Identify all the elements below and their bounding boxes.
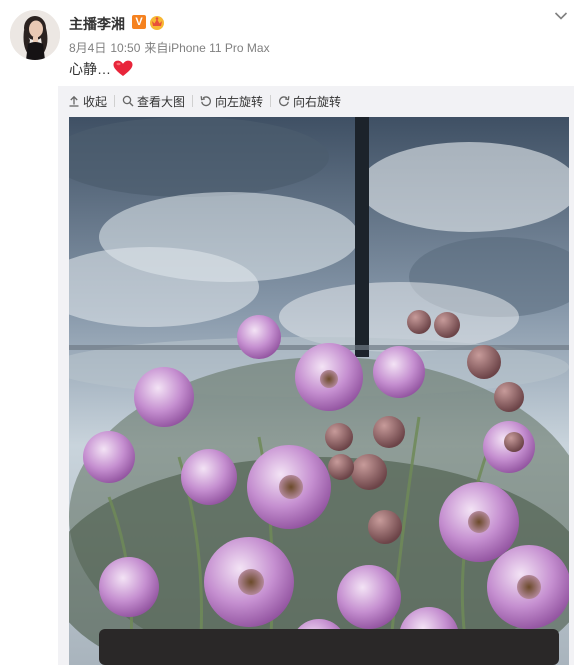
post-meta: 8月4日 10:50 来自iPhone 11 Pro Max: [69, 39, 274, 56]
post-time[interactable]: 10:50: [110, 41, 140, 55]
view-large-button[interactable]: 查看大图: [122, 93, 185, 110]
post-date[interactable]: 8月4日: [69, 41, 106, 55]
rotate-right-label: 向右旋转: [293, 94, 342, 109]
author-name[interactable]: 主播李湘: [69, 14, 125, 34]
magnifier-icon: [122, 95, 134, 107]
toolbar-divider: [114, 95, 116, 107]
rotate-left-icon: [200, 96, 212, 107]
collapse-button[interactable]: 收起: [68, 93, 107, 110]
crown-badge-icon: [148, 14, 166, 30]
toolbar-divider: [270, 95, 272, 107]
media-toolbar: 收起 查看大图 向左旋转 向右旋转: [68, 93, 341, 109]
verified-badge-icon: V: [132, 15, 146, 29]
rotate-left-label: 向左旋转: [215, 94, 264, 109]
rotate-left-button[interactable]: 向左旋转: [200, 93, 263, 110]
rotate-right-icon: [279, 96, 290, 107]
post-photo[interactable]: [69, 117, 569, 665]
source-prefix: 来自: [144, 41, 169, 55]
arrow-up-icon: [69, 95, 79, 107]
source-device[interactable]: iPhone 11 Pro Max: [168, 41, 269, 55]
post-header: 主播李湘 V 8月4日 10:50 来自iPhone 11 Pro Max 心静…: [0, 0, 574, 86]
collapse-label: 收起: [83, 94, 108, 109]
heart-icon: [113, 60, 133, 80]
view-large-label: 查看大图: [137, 94, 186, 109]
toolbar-divider: [192, 95, 194, 107]
post-text-content: 心静…: [69, 61, 111, 77]
avatar[interactable]: [10, 10, 60, 60]
rotate-right-button[interactable]: 向右旋转: [278, 93, 341, 110]
chevron-down-icon[interactable]: [554, 8, 568, 20]
post-text: 心静…: [69, 59, 133, 80]
